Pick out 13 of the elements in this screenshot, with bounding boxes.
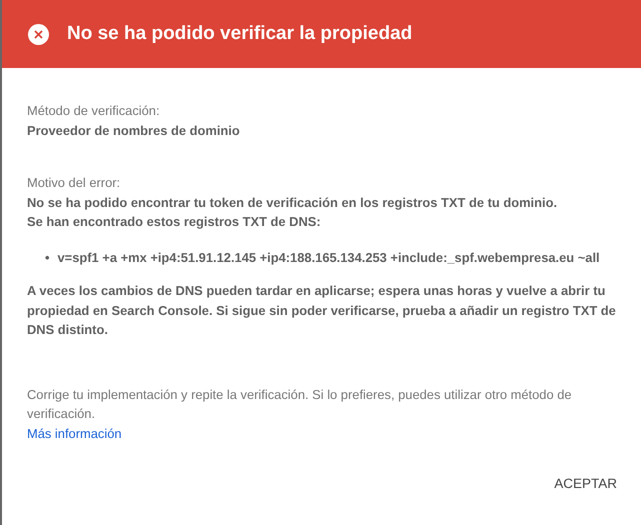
dns-record: v=spf1 +a +mx +ip4:51.91.12.145 +ip4:188.165.134.253 +include:_spf.webempresa.eu ~all: [58, 248, 600, 267]
help-text: Corrige tu implementación y repite la verificación. Si lo prefieres, puedes utilizar otro método de verificación.: [27, 386, 573, 423]
info-paragraph: A veces los cambios de DNS pueden tardar en aplicarse; espera unas horas y vuelve a abrir tu propiedad en Search Console. Si sigue sin poder verificarse, prueba a añadir un registro TXT de DNS distinto.: [27, 282, 617, 339]
field-value: Proveedor de nombres de dominio: [27, 122, 241, 140]
more-info-link[interactable]: Más información: [27, 426, 122, 440]
dialog-title: No se ha podido verificar la propiedad: [67, 23, 412, 45]
bullet: •: [45, 248, 50, 266]
field-label: Motivo del error:: [27, 174, 122, 192]
accept-button[interactable]: ACEPTAR: [550, 470, 621, 497]
field-label: Método de verificación:: [27, 102, 161, 120]
error-message: No se ha podido encontrar tu token de verificación en los registros TXT de tu dominio.: [27, 194, 558, 212]
error-icon: [28, 24, 49, 44]
error-message: Se han encontrado estos registros TXT de DNS:: [27, 213, 322, 231]
